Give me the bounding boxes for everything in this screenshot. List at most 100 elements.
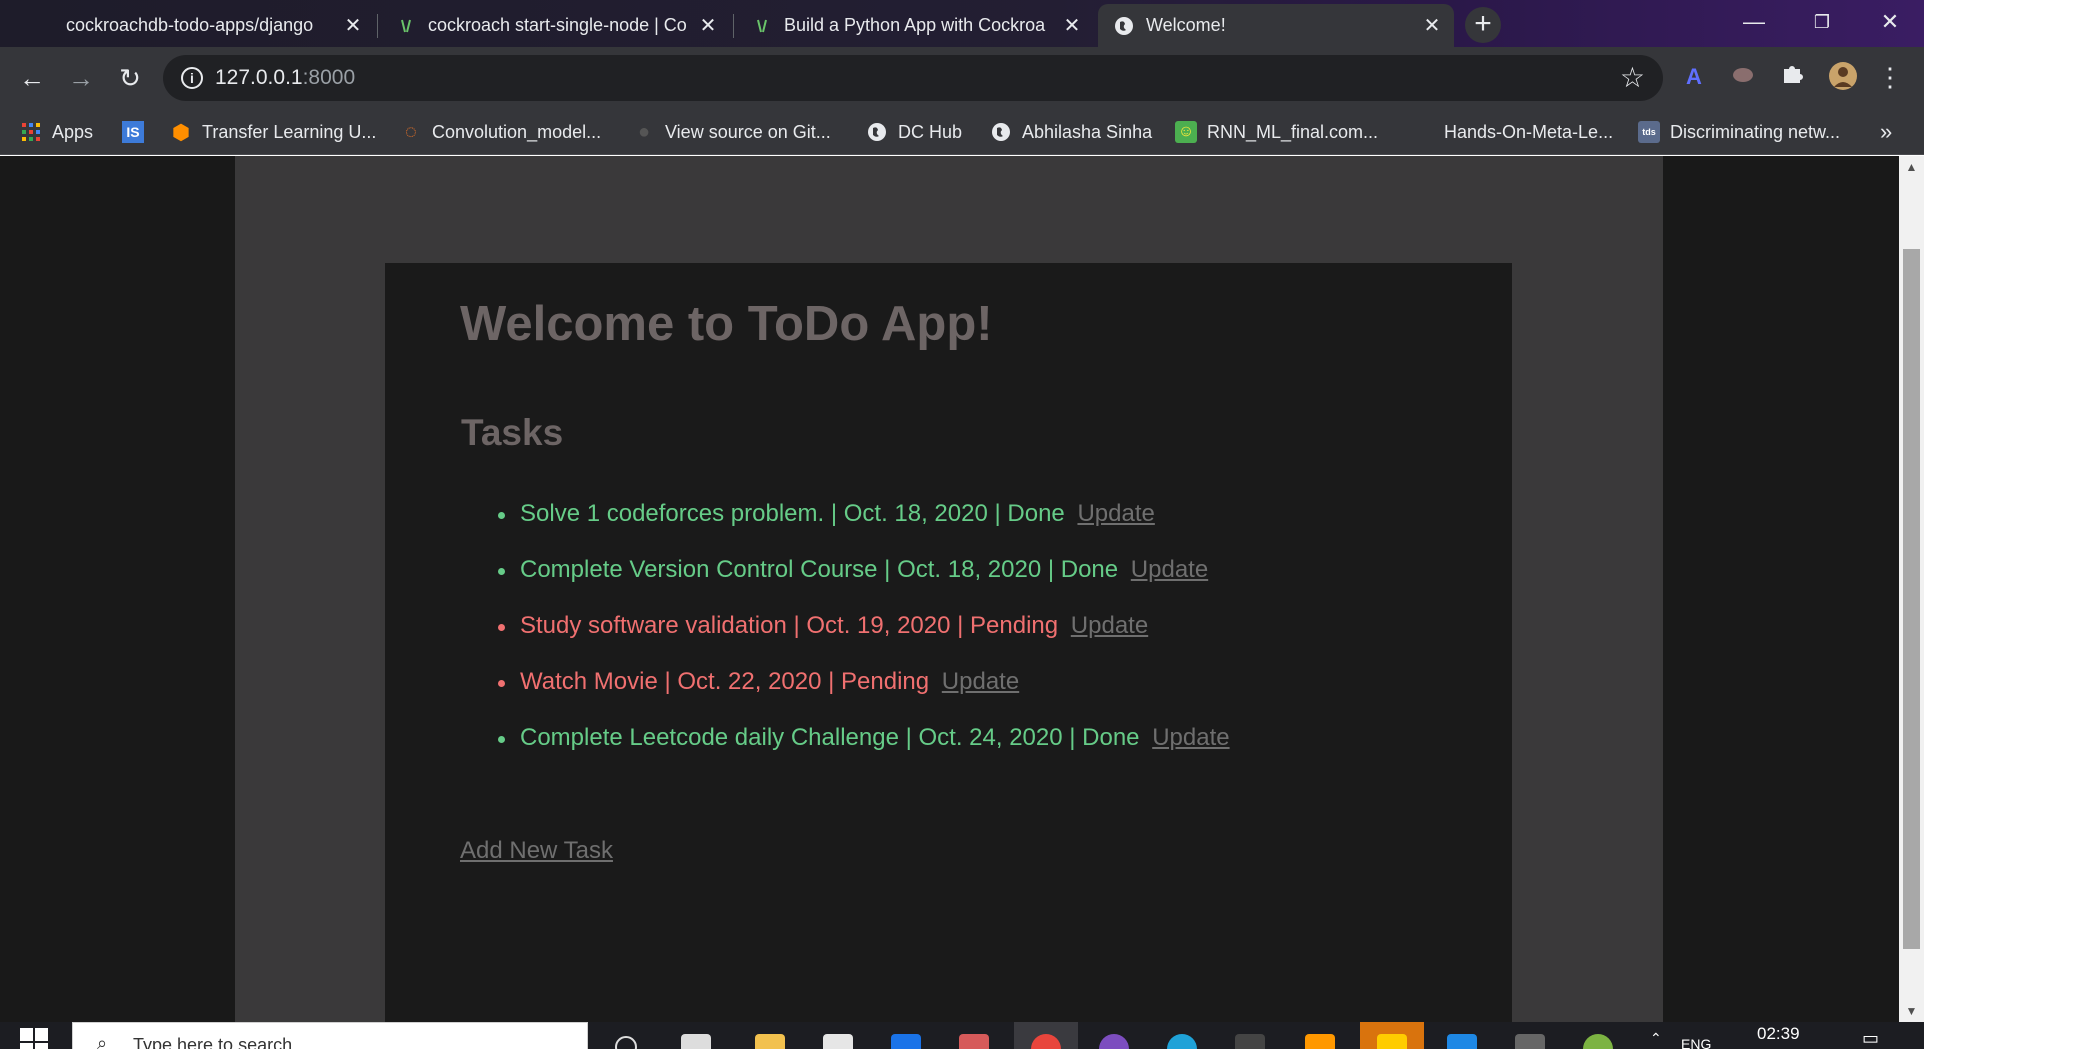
cmd-icon[interactable] bbox=[1498, 1022, 1562, 1049]
tab-strip: cockroachdb-todo-apps/django ✕ cockroach… bbox=[0, 0, 1924, 47]
bookmark-is[interactable]: IS bbox=[122, 109, 154, 155]
new-tab-button[interactable]: + bbox=[1465, 7, 1501, 43]
terminal-icon[interactable] bbox=[1218, 1022, 1282, 1049]
bookmark-apps[interactable]: Apps bbox=[20, 109, 93, 155]
bookmark-hands-on-meta[interactable]: Hands-On-Meta-Le... bbox=[1412, 109, 1613, 155]
extension-a-icon[interactable]: A bbox=[1678, 61, 1710, 93]
menu-kebab-icon[interactable]: ⋮ bbox=[1874, 61, 1906, 93]
bookmark-view-source-github[interactable]: ● View source on Git... bbox=[633, 109, 831, 155]
page-viewport: Welcome to ToDo App! Tasks Solve 1 codef… bbox=[0, 156, 1899, 1022]
tds-icon: tds bbox=[1638, 121, 1660, 143]
browser-toolbar: ← → ↻ i 127.0.0.1:8000 ☆ A ⋮ bbox=[0, 47, 1924, 109]
reload-icon[interactable]: ↻ bbox=[112, 60, 148, 96]
scrollbar-thumb[interactable] bbox=[1903, 249, 1920, 949]
os-taskbar: ⌕ Type here to search ⌃ ENG 02:39 ▭ bbox=[0, 1022, 1924, 1049]
clock[interactable]: 02:39 bbox=[1757, 1024, 1800, 1044]
sublime-icon[interactable] bbox=[1288, 1022, 1352, 1049]
cockroach-icon bbox=[396, 16, 416, 36]
bookmark-label: Apps bbox=[52, 121, 94, 142]
apps-grid-icon bbox=[20, 121, 42, 143]
bookmark-label: Transfer Learning U... bbox=[202, 121, 377, 142]
task-list: Solve 1 codeforces problem. | Oct. 18, 2… bbox=[460, 500, 1230, 780]
vertical-scrollbar[interactable]: ▲ ▼ bbox=[1899, 156, 1924, 1022]
vscode-icon[interactable] bbox=[1430, 1022, 1494, 1049]
bookmark-discriminating-netw[interactable]: tds Discriminating netw... bbox=[1638, 109, 1840, 155]
bookmark-label: DC Hub bbox=[898, 121, 963, 142]
todo-card: Welcome to ToDo App! Tasks Solve 1 codef… bbox=[385, 263, 1512, 1022]
task-item: Complete Leetcode daily Challenge | Oct.… bbox=[460, 724, 1230, 780]
tab-title: cockroachdb-todo-apps/django bbox=[66, 15, 314, 35]
tab-close-icon[interactable]: ✕ bbox=[341, 14, 365, 38]
windows-start-icon[interactable] bbox=[20, 1028, 50, 1049]
bookmark-label: View source on Git... bbox=[665, 121, 831, 142]
bookmark-dc-hub[interactable]: DC Hub bbox=[866, 109, 962, 155]
tab-title: Build a Python App with Cockroa bbox=[784, 15, 1046, 35]
bookmark-abhilasha-sinha[interactable]: Abhilasha Sinha bbox=[990, 109, 1152, 155]
profile-avatar[interactable] bbox=[1827, 61, 1859, 93]
list-bullet bbox=[498, 568, 505, 575]
forward-arrow-icon[interactable]: → bbox=[63, 60, 99, 96]
update-link[interactable]: Update bbox=[1152, 724, 1229, 751]
globe-icon bbox=[990, 121, 1012, 143]
taskbar-search-input[interactable]: ⌕ Type here to search bbox=[72, 1022, 588, 1049]
task-text: Solve 1 codeforces problem. | Oct. 18, 2… bbox=[520, 500, 1065, 527]
list-bullet bbox=[498, 512, 505, 519]
minimize-icon[interactable]: — bbox=[1720, 0, 1788, 44]
update-link[interactable]: Update bbox=[1131, 556, 1208, 583]
add-new-task-link[interactable]: Add New Task bbox=[460, 837, 613, 865]
search-icon: ⌕ bbox=[97, 1033, 108, 1049]
update-link[interactable]: Update bbox=[1071, 612, 1148, 639]
task-text: Watch Movie | Oct. 22, 2020 | Pending bbox=[520, 668, 930, 695]
scroll-up-arrow-icon[interactable]: ▲ bbox=[1899, 156, 1924, 178]
task-text: Complete Leetcode daily Challenge | Oct.… bbox=[520, 724, 1140, 751]
mail-icon[interactable] bbox=[874, 1022, 938, 1049]
github-desktop-icon[interactable] bbox=[1082, 1022, 1146, 1049]
bookmarks-overflow-button[interactable]: » bbox=[1880, 109, 1892, 155]
store-icon[interactable] bbox=[806, 1022, 870, 1049]
taskbar-search-app-icon[interactable] bbox=[594, 1022, 658, 1049]
notification-icon[interactable]: ▭ bbox=[1862, 1028, 1879, 1049]
bookmark-star-icon[interactable]: ☆ bbox=[1620, 61, 1645, 94]
bookmark-transfer-learning[interactable]: ⬢ Transfer Learning U... bbox=[170, 109, 376, 155]
tab-cockroach-start[interactable]: cockroach start-single-node | Co ✕ bbox=[380, 4, 730, 47]
task-item: Complete Version Control Course | Oct. 1… bbox=[460, 556, 1230, 612]
update-link[interactable]: Update bbox=[942, 668, 1019, 695]
language-indicator[interactable]: ENG bbox=[1681, 1036, 1711, 1049]
file-explorer-icon[interactable] bbox=[738, 1022, 802, 1049]
scroll-down-arrow-icon[interactable]: ▼ bbox=[1899, 1000, 1924, 1022]
task-view-icon[interactable] bbox=[664, 1022, 728, 1049]
restore-icon[interactable]: ❐ bbox=[1788, 0, 1856, 44]
update-link[interactable]: Update bbox=[1077, 500, 1154, 527]
edge-icon[interactable] bbox=[1150, 1022, 1214, 1049]
bookmark-convolution-model[interactable]: ◌ Convolution_model... bbox=[400, 109, 601, 155]
chrome-icon[interactable] bbox=[1014, 1022, 1078, 1049]
tab-welcome[interactable]: Welcome! ✕ bbox=[1098, 4, 1454, 47]
window-close-icon[interactable]: ✕ bbox=[1856, 0, 1924, 44]
bookmark-rnn-ml-final[interactable]: ☺ RNN_ML_final.com... bbox=[1175, 109, 1378, 155]
url-port: :8000 bbox=[302, 66, 356, 89]
bookmark-label: Hands-On-Meta-Le... bbox=[1444, 121, 1614, 142]
task-item: Watch Movie | Oct. 22, 2020 | Pending Up… bbox=[460, 668, 1230, 724]
extension-brain-icon[interactable] bbox=[1727, 61, 1759, 93]
pen-icon[interactable] bbox=[942, 1022, 1006, 1049]
bookmark-label: Abhilasha Sinha bbox=[1022, 121, 1153, 142]
url-text[interactable]: 127.0.0.1:8000 bbox=[215, 66, 355, 90]
back-arrow-icon[interactable]: ← bbox=[14, 60, 50, 96]
paint-icon[interactable] bbox=[1566, 1022, 1630, 1049]
chevron-up-icon[interactable]: ⌃ bbox=[1650, 1030, 1662, 1047]
search-placeholder: Type here to search bbox=[133, 1035, 293, 1049]
tab-github-todo-apps[interactable]: cockroachdb-todo-apps/django ✕ bbox=[50, 4, 375, 47]
sticky-notes-icon[interactable] bbox=[1360, 1022, 1424, 1049]
task-item: Study software validation | Oct. 19, 202… bbox=[460, 612, 1230, 668]
tab-close-icon[interactable]: ✕ bbox=[1420, 14, 1444, 38]
bookmark-label: Convolution_model... bbox=[432, 121, 602, 142]
tensorflow-icon: ⬢ bbox=[172, 121, 190, 144]
address-bar[interactable]: i 127.0.0.1:8000 ☆ bbox=[163, 55, 1663, 101]
tab-separator bbox=[733, 14, 734, 38]
tab-close-icon[interactable]: ✕ bbox=[696, 14, 720, 38]
tab-build-python-app[interactable]: Build a Python App with Cockroa ✕ bbox=[736, 4, 1094, 47]
extensions-puzzle-icon[interactable] bbox=[1776, 61, 1808, 93]
site-info-icon[interactable]: i bbox=[181, 67, 203, 89]
jupyter-icon: ◌ bbox=[405, 120, 417, 143]
tab-close-icon[interactable]: ✕ bbox=[1060, 14, 1084, 38]
